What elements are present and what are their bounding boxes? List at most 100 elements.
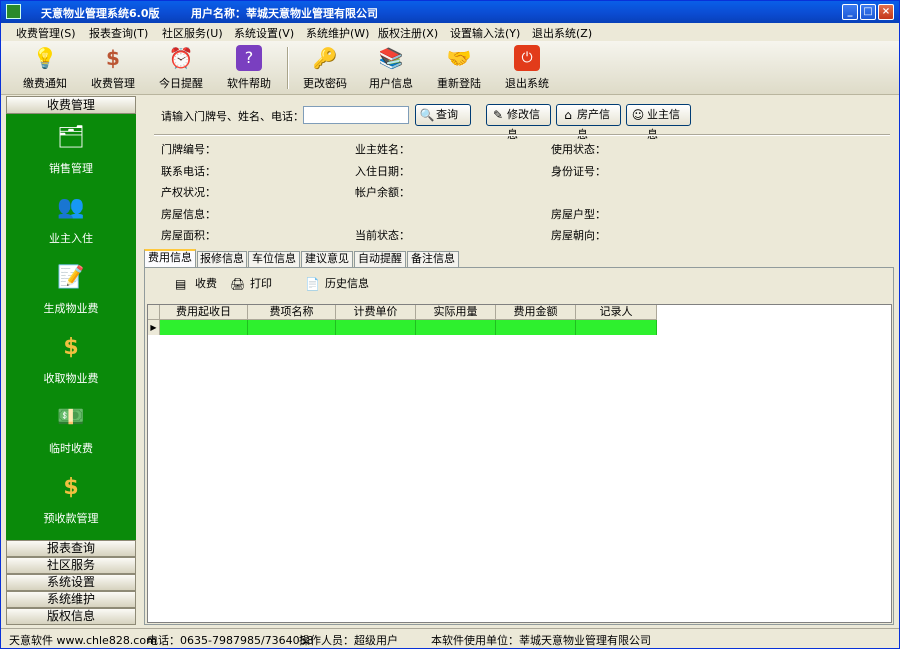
door-no-label: 门牌编号： [161,143,216,156]
fee-grid[interactable]: 费用起收日 费项名称 计费单价 实际用量 费用金额 记录人 ▶ [147,304,892,623]
toolbar-relogin-button[interactable]: 🤝 重新登陆 [427,43,491,93]
table-row[interactable] [160,320,657,335]
power-icon: ⏻ [514,45,540,71]
search-input[interactable] [303,106,409,124]
edit-info-button[interactable]: ✎ 修改信息 [486,104,551,141]
nav-item-label: 收取物业费 [43,372,99,385]
menu-community[interactable]: 社区服务(U) [162,25,223,41]
grid-header-start-date[interactable]: 费用起收日 [160,305,248,320]
books-icon: 📚 [378,46,404,70]
house-info-button[interactable]: ⌂ 房产信息 [556,104,621,141]
nav-header-settings[interactable]: 系统设置 [6,574,136,591]
orientation-label: 房屋朝向： [551,229,606,242]
toolbar-reminder-button[interactable]: ⏰ 今日提醒 [149,43,213,93]
grid-header-item-name[interactable]: 费项名称 [248,305,336,320]
main-panel: 请输入门牌号、姓名、电话： 🔍 查询 ✎ 修改信息 ⌂ 房产信息 ☺ 业主信息 … [141,96,896,626]
grid-header-amount[interactable]: 费用金额 [496,305,576,320]
tab-notes[interactable]: 备注信息 [407,251,459,267]
history-button[interactable]: 📄 历史信息 [305,275,369,293]
id-no-label: 身份证号： [551,165,606,178]
nav-item-temp-charge[interactable]: 💵 临时收费 [6,402,136,464]
nav-item-prepay[interactable]: $ 预收款管理 [6,472,136,534]
people-icon: 👥 [57,195,85,220]
key-icon: 🔑 [312,46,338,70]
house-icon: ⌂ [564,108,572,122]
owner-info-label: 业主信息 [647,108,680,141]
menu-registration[interactable]: 版权注册(X) [378,25,438,41]
nav-item-sales[interactable]: 🗂 销售管理 [6,122,136,184]
toolbar-help-button[interactable]: ? 软件帮助 [217,43,281,93]
menu-charge[interactable]: 收费管理(S) [16,25,76,41]
menu-maintenance[interactable]: 系统维护(W) [306,25,369,41]
maximize-button[interactable]: □ [860,4,876,20]
table-cell[interactable] [336,320,416,335]
title-bar: 天意物业管理系统6.0版 用户名称：莘城天意物业管理有限公司 _ □ × [1,1,899,23]
magnifier-icon: 🔍 [419,108,435,122]
nav-item-collect-fee[interactable]: $ 收取物业费 [6,332,136,394]
help-icon: ? [236,45,262,71]
search-label: 请输入门牌号、姓名、电话： [161,110,304,123]
printer-icon: 🖨 [230,277,246,291]
tab-repair-info[interactable]: 报修信息 [197,251,247,267]
minimize-button[interactable]: _ [842,4,858,20]
left-nav: 收费管理 🗂 销售管理 👥 业主入住 📝 生成物业费 $ 收取物业费 💵 临时收… [6,96,136,628]
nav-header-maintenance[interactable]: 系统维护 [6,591,136,608]
nav-header-copyright[interactable]: 版权信息 [6,608,136,625]
print-label: 打印 [250,277,272,290]
house-info-label: 房产信息 [577,108,610,141]
grid-header-unit-price[interactable]: 计费单价 [336,305,416,320]
toolbar-label: 退出系统 [505,77,549,90]
fee-info-panel: ▤ 收费 🖨 打印 📄 历史信息 费用起收日 费项名称 计费单价 实际用量 费用… [144,267,894,625]
query-button[interactable]: 🔍 查询 [415,104,471,126]
grid-header-usage[interactable]: 实际用量 [416,305,496,320]
menu-exit[interactable]: 退出系统(Z) [532,25,592,41]
owner-info-button[interactable]: ☺ 业主信息 [626,104,691,141]
nav-item-checkin[interactable]: 👥 业主入住 [6,192,136,254]
history-icon: 📄 [305,277,320,291]
toolbar-label: 软件帮助 [227,77,271,90]
divider [154,134,890,136]
toolbar-label: 重新登陆 [437,77,481,90]
app-icon[interactable] [6,4,21,19]
lightbulb-icon: 💡 [32,46,58,70]
toolbar-exit-button[interactable]: ⏻ 退出系统 [495,43,559,93]
print-button[interactable]: 🖨 打印 [230,275,272,293]
table-cell[interactable] [496,320,576,335]
table-cell[interactable] [416,320,496,335]
tab-fee-info[interactable]: 费用信息 [144,249,196,268]
nav-item-label: 业主入住 [49,232,93,245]
grid-corner [148,305,160,320]
toolbar: 💡 缴费通知 $ 收费管理 ⏰ 今日提醒 ? 软件帮助 🔑 更改密码 📚 用户信… [1,41,899,95]
app-window: 天意物业管理系统6.0版 用户名称：莘城天意物业管理有限公司 _ □ × 收费管… [0,0,900,649]
grid-header-recorder[interactable]: 记录人 [576,305,657,320]
tab-auto-reminder[interactable]: 自动提醒 [354,251,406,267]
toolbar-charge-button[interactable]: $ 收费管理 [81,43,145,93]
prepay-icon: $ [63,475,79,500]
menu-settings[interactable]: 系统设置(V) [234,25,294,41]
money-icon: $ [106,46,120,70]
tab-parking-info[interactable]: 车位信息 [248,251,300,267]
nav-header-community[interactable]: 社区服务 [6,557,136,574]
close-button[interactable]: × [878,4,894,20]
menu-input-method[interactable]: 设置输入法(Y) [450,25,520,41]
table-cell[interactable] [576,320,657,335]
nav-item-generate-fee[interactable]: 📝 生成物业费 [6,262,136,324]
person-icon: ☺ [631,108,645,122]
status-unit: 本软件使用单位：莘城天意物业管理有限公司 [431,634,651,647]
card-icon: 🗂 [57,125,85,150]
toolbar-change-password-button[interactable]: 🔑 更改密码 [293,43,357,93]
table-cell[interactable] [160,320,248,335]
status-vendor: 天意软件 www.chle828.com [9,634,157,647]
nav-header-charge[interactable]: 收费管理 [6,96,136,114]
charge-label: 收费 [195,277,217,290]
charge-button[interactable]: ▤ 收费 [175,275,217,293]
document-icon: 📝 [57,265,85,290]
current-status-label: 当前状态： [355,229,410,242]
nav-header-reports[interactable]: 报表查询 [6,540,136,557]
table-cell[interactable] [248,320,336,335]
status-operator: 操作人员：超级用户 [299,634,398,647]
tab-suggestions[interactable]: 建议意见 [301,251,353,267]
toolbar-payment-notice-button[interactable]: 💡 缴费通知 [13,43,77,93]
toolbar-user-info-button[interactable]: 📚 用户信息 [359,43,423,93]
menu-reports[interactable]: 报表查询(T) [89,25,148,41]
